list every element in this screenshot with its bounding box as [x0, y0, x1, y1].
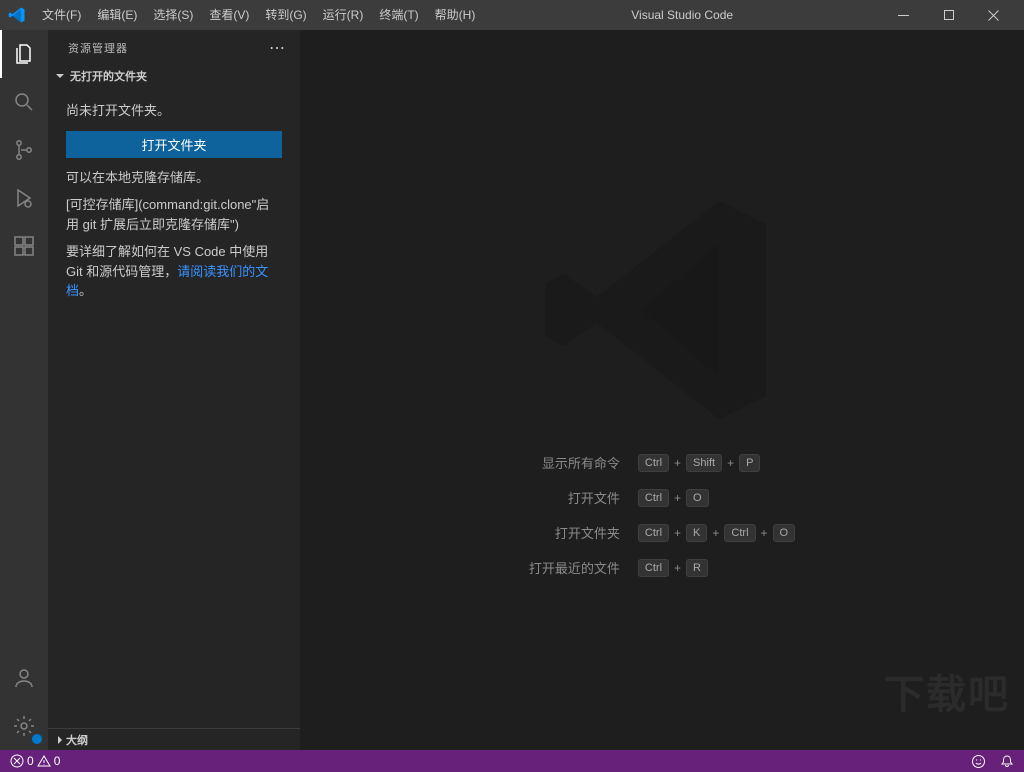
window-controls	[881, 0, 1016, 30]
keycap: Ctrl	[724, 524, 755, 542]
menu-file[interactable]: 文件(F)	[34, 0, 89, 30]
shortcut-label: 打开文件	[529, 488, 620, 507]
menu-bar: 文件(F) 编辑(E) 选择(S) 查看(V) 转到(G) 运行(R) 终端(T…	[34, 0, 483, 30]
shortcut-label: 打开最近的文件	[529, 558, 620, 577]
keycap: Shift	[686, 454, 722, 472]
page-watermark: 下载吧	[884, 662, 1010, 720]
menu-help[interactable]: 帮助(H)	[427, 0, 484, 30]
learn-more-text: 要详细了解如何在 VS Code 中使用 Git 和源代码管理，请阅读我们的文档…	[66, 242, 282, 301]
keycap: Ctrl	[638, 454, 669, 472]
shortcut-keys: Ctrl + Shift + P	[638, 454, 795, 472]
warning-count: 0	[54, 754, 61, 768]
activity-run-debug[interactable]	[0, 174, 48, 222]
error-count: 0	[27, 754, 34, 768]
status-bar: 0 0	[0, 750, 1024, 772]
account-icon	[12, 666, 36, 690]
shortcut-keys: Ctrl + R	[638, 559, 795, 577]
feedback-icon	[971, 754, 986, 769]
source-control-icon	[12, 138, 36, 162]
editor-area: 显示所有命令 Ctrl + Shift + P 打开文件 Ctrl + O 打开文件夹 Ctrl + K +…	[300, 30, 1024, 750]
keycap: K	[686, 524, 707, 542]
status-problems[interactable]: 0 0	[10, 754, 60, 768]
title-bar: 文件(F) 编辑(E) 选择(S) 查看(V) 转到(G) 运行(R) 终端(T…	[0, 0, 1024, 30]
vscode-logo-icon	[8, 6, 26, 24]
section-label: 无打开的文件夹	[70, 68, 147, 84]
shortcut-label: 打开文件夹	[529, 523, 620, 542]
keycap: P	[739, 454, 760, 472]
clone-hint-text: [可控存储库](command:git.clone"启用 git 扩展后立即克隆…	[66, 195, 282, 234]
open-folder-button[interactable]: 打开文件夹	[66, 131, 282, 158]
activity-accounts[interactable]	[0, 654, 48, 702]
plus-separator: +	[674, 526, 681, 540]
search-icon	[12, 90, 36, 114]
activity-search[interactable]	[0, 78, 48, 126]
sidebar: 资源管理器 ⋯ 无打开的文件夹 尚未打开文件夹。 打开文件夹 可以在本地克隆存储…	[48, 30, 300, 750]
menu-go[interactable]: 转到(G)	[257, 0, 314, 30]
sidebar-section-outline[interactable]: 大纲	[48, 728, 300, 750]
outline-label: 大纲	[66, 732, 88, 748]
keycap: R	[686, 559, 708, 577]
sidebar-header: 资源管理器 ⋯	[48, 30, 300, 65]
plus-separator: +	[761, 526, 768, 540]
keycap: Ctrl	[638, 559, 669, 577]
sidebar-content: 尚未打开文件夹。 打开文件夹 可以在本地克隆存储库。 [可控存储库](comma…	[48, 87, 300, 728]
menu-run[interactable]: 运行(R)	[315, 0, 372, 30]
plus-separator: +	[674, 561, 681, 575]
minimize-button[interactable]	[881, 0, 926, 30]
menu-edit[interactable]: 编辑(E)	[89, 0, 145, 30]
keycap: Ctrl	[638, 524, 669, 542]
maximize-button[interactable]	[926, 0, 971, 30]
bell-icon	[1000, 754, 1014, 768]
sidebar-section-nofolder[interactable]: 无打开的文件夹	[48, 65, 300, 87]
extensions-icon	[12, 234, 36, 258]
shortcut-label: 显示所有命令	[529, 453, 620, 472]
update-badge-icon	[32, 734, 42, 744]
vscode-watermark-icon	[532, 180, 792, 440]
sidebar-title: 资源管理器	[68, 40, 128, 56]
keyboard-shortcuts: 显示所有命令 Ctrl + Shift + P 打开文件 Ctrl + O 打开文件夹 Ctrl + K +…	[529, 453, 795, 577]
plus-separator: +	[674, 456, 681, 470]
keycap: O	[686, 489, 709, 507]
plus-separator: +	[674, 491, 681, 505]
plus-separator: +	[727, 456, 734, 470]
learn-more-end: 。	[79, 283, 92, 298]
menu-selection[interactable]: 选择(S)	[145, 0, 201, 30]
activity-explorer[interactable]	[0, 30, 48, 78]
error-icon	[10, 754, 24, 768]
gear-icon	[12, 714, 36, 738]
menu-view[interactable]: 查看(V)	[201, 0, 257, 30]
clone-text: 可以在本地克隆存储库。	[66, 168, 282, 188]
keycap: Ctrl	[638, 489, 669, 507]
plus-separator: +	[712, 526, 719, 540]
chevron-right-icon	[54, 734, 66, 746]
run-debug-icon	[12, 186, 36, 210]
activity-manage[interactable]	[0, 702, 48, 750]
files-icon	[12, 42, 36, 66]
shortcut-keys: Ctrl + K + Ctrl + O	[638, 524, 795, 542]
activity-bar	[0, 30, 48, 750]
menu-terminal[interactable]: 终端(T)	[371, 0, 426, 30]
shortcut-keys: Ctrl + O	[638, 489, 795, 507]
warning-icon	[37, 754, 51, 768]
activity-extensions[interactable]	[0, 222, 48, 270]
status-notifications[interactable]	[1000, 754, 1014, 768]
close-button[interactable]	[971, 0, 1016, 30]
chevron-down-icon	[54, 70, 66, 82]
status-feedback[interactable]	[971, 754, 986, 769]
window-title: Visual Studio Code	[483, 8, 881, 22]
keycap: O	[773, 524, 796, 542]
activity-source-control[interactable]	[0, 126, 48, 174]
no-folder-text: 尚未打开文件夹。	[66, 101, 282, 121]
sidebar-more-icon[interactable]: ⋯	[269, 38, 286, 58]
